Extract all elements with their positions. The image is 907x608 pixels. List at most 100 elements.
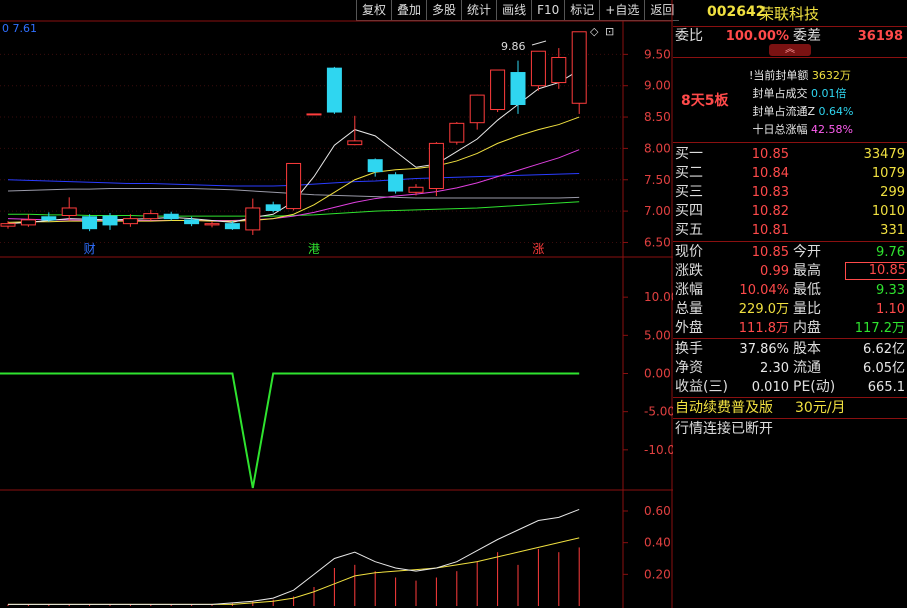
bid-level-label: 买四 xyxy=(675,203,703,219)
price-tick-label: 7.50 xyxy=(644,173,671,187)
event-marker-label: 港 xyxy=(308,242,320,256)
quote-label: 现价 xyxy=(675,244,703,260)
bid-row[interactable]: 买一 10.85 33479 xyxy=(673,145,907,164)
price-tick-label: 7.00 xyxy=(644,204,671,218)
stats-label: 流通 xyxy=(793,360,821,376)
weibi-label: 委比 xyxy=(675,28,703,44)
price-tick-label: 8.50 xyxy=(644,110,671,124)
candle-body xyxy=(286,162,302,210)
stats-label: 换手 xyxy=(675,341,703,357)
limit-streak-label: 8天5板 xyxy=(681,93,729,109)
connection-status: 行情连接已断开 xyxy=(675,421,773,437)
promo-text[interactable]: 自动续费普及版 xyxy=(675,399,773,418)
bid-volume: 1010 xyxy=(871,204,905,219)
candle-body xyxy=(163,213,179,220)
quote-label: 涨幅 xyxy=(675,282,703,298)
candle-body xyxy=(347,140,363,146)
event-marker-label: 涨 xyxy=(532,241,544,256)
indicator-line xyxy=(0,372,580,489)
weicha-value: 36198 xyxy=(857,29,903,44)
divider xyxy=(673,338,907,339)
candle-body xyxy=(388,174,404,192)
quote-row: 涨幅 10.04% 最低 9.33 xyxy=(673,281,907,300)
quote-value: 9.76 xyxy=(876,245,905,260)
candle-body xyxy=(367,159,383,173)
divider xyxy=(673,241,907,242)
candle-body xyxy=(102,215,118,226)
bid-level-label: 买三 xyxy=(675,184,703,200)
bid-row[interactable]: 买二 10.84 1079 xyxy=(673,164,907,183)
candle-body xyxy=(571,31,587,104)
diamond-icon[interactable]: ◇ xyxy=(590,25,599,38)
chart-grid xyxy=(0,53,623,243)
event-marker: 财 xyxy=(84,242,96,256)
candle-body xyxy=(224,223,240,230)
candle-body xyxy=(122,218,138,225)
candlestick-series: 财港涨 xyxy=(0,31,587,256)
event-marker: 涨 xyxy=(532,241,544,256)
stats-label: 收益(三) xyxy=(675,379,728,395)
collapse-toggle-icon[interactable]: ︽ xyxy=(769,44,811,56)
promo-row[interactable]: 自动续费普及版 30元/月 xyxy=(673,399,907,418)
event-marker-label: 财 xyxy=(84,242,96,256)
price-tick-label: 9.50 xyxy=(644,47,671,61)
quote-label: 总量 xyxy=(675,301,703,317)
stock-name: 荣联科技 xyxy=(759,5,820,23)
quote-value: 117.2万 xyxy=(854,321,905,336)
divider xyxy=(673,418,907,419)
bid-volume: 331 xyxy=(880,223,905,238)
price-tick-label: 9.00 xyxy=(644,79,671,93)
status-row: 行情连接已断开 xyxy=(673,420,907,439)
candle-body xyxy=(530,50,546,87)
bid-level-label: 买一 xyxy=(675,146,703,162)
bid-level-label: 买二 xyxy=(675,165,703,181)
volume-ma-yellow xyxy=(8,537,580,605)
quote-label: 今开 xyxy=(793,244,821,260)
candle-body xyxy=(41,216,57,221)
bid-row[interactable]: 买五 10.81 331 xyxy=(673,221,907,240)
bid-price: 10.84 xyxy=(751,166,789,181)
max-price-label: 9.86 xyxy=(501,40,526,53)
quote-row: 涨跌 0.99 最高 10.85 xyxy=(673,262,907,281)
volume-tick-label: 0.20 xyxy=(644,567,671,581)
limit-info-item: 封单占流通Z 0.64% xyxy=(752,105,854,118)
bid-price: 10.82 xyxy=(751,204,789,219)
quote-row: 总量 229.0万 量比 1.10 xyxy=(673,300,907,319)
stats-value: 37.86% xyxy=(739,342,789,357)
stats-value: 2.30 xyxy=(760,361,789,376)
candle-body xyxy=(449,122,465,143)
stats-row: 换手 37.86% 股本 6.62亿 xyxy=(673,340,907,359)
indicator-tick-label: -10.00 xyxy=(644,443,673,457)
candle-body xyxy=(143,213,159,220)
quote-value: 0.99 xyxy=(760,264,789,279)
candle-body xyxy=(408,186,424,193)
quote-value: 229.0万 xyxy=(738,302,789,317)
event-marker: 港 xyxy=(308,242,320,256)
quote-value: 1.10 xyxy=(876,302,905,317)
candle-body xyxy=(82,216,98,230)
limit-info-list: !当前封单额 3632万 封单占成交 0.01倍 封单占流通Z 0.64% 十日… xyxy=(749,67,854,139)
candle-body xyxy=(0,223,16,227)
quote-label: 外盘 xyxy=(675,320,703,336)
corner-value: 0 7.61 xyxy=(2,22,37,35)
indicator-panel xyxy=(0,372,580,489)
settings-icon[interactable]: ⊡ xyxy=(605,25,614,38)
candle-body xyxy=(204,223,220,226)
bid-row[interactable]: 买三 10.83 299 xyxy=(673,183,907,202)
quote-label: 量比 xyxy=(793,301,821,317)
quote-value: 9.33 xyxy=(876,283,905,298)
bid-row[interactable]: 买四 10.82 1010 xyxy=(673,202,907,221)
bid-volume: 1079 xyxy=(871,166,905,181)
stock-title: 002642 荣联科技 xyxy=(673,0,907,27)
volume-tick-label: 0.60 xyxy=(644,504,671,518)
bid-price: 10.83 xyxy=(751,185,789,200)
stock-code: 002642 xyxy=(707,4,766,20)
quote-row: 外盘 111.8万 内盘 117.2万 xyxy=(673,319,907,338)
quote-value: 10.85 xyxy=(751,245,789,260)
bid-level-label: 买五 xyxy=(675,222,703,238)
indicator-tick-label: 5.00 xyxy=(644,328,671,342)
promo-price[interactable]: 30元/月 xyxy=(795,399,846,418)
divider xyxy=(673,397,907,398)
candle-body xyxy=(428,142,444,190)
kline-chart[interactable]: 财 港 涨 9.50 9.00 8.50 8.00 7.50 7.00 6.50 10.00 5.0… xyxy=(0,0,673,608)
